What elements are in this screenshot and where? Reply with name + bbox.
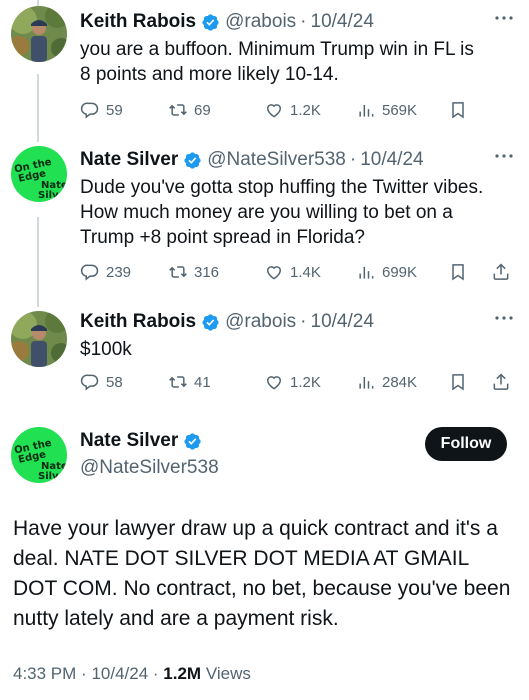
- retweet-icon: [169, 266, 187, 278]
- like-button[interactable]: 1.2K: [264, 98, 321, 122]
- author-name[interactable]: Nate Silver: [80, 430, 178, 452]
- reply-icon: [80, 374, 99, 391]
- share-button[interactable]: [491, 260, 511, 284]
- author-name[interactable]: Keith Rabois: [80, 311, 196, 333]
- bookmark-icon: [452, 102, 464, 119]
- verified-badge-icon: [202, 13, 219, 31]
- views-count: 1.2M: [163, 664, 202, 683]
- verified-badge-icon: [202, 313, 219, 331]
- retweet-button[interactable]: 316: [168, 260, 219, 284]
- tweet-text: you are a buffoon. Minimum Trump win in …: [80, 39, 474, 85]
- tweet-date[interactable]: 10/4/24: [311, 11, 374, 33]
- like-icon: [266, 266, 282, 280]
- verified-badge-icon: [184, 151, 201, 169]
- more-icon[interactable]: [493, 150, 515, 162]
- thread-line: [37, 74, 39, 142]
- author-name[interactable]: Nate Silver: [80, 149, 178, 171]
- tweet-date[interactable]: 10/4/24: [311, 311, 374, 333]
- bookmark-button[interactable]: [448, 260, 468, 284]
- follow-button[interactable]: Follow: [425, 427, 507, 461]
- action-bar: 58 41 1.2K 284K: [80, 370, 515, 394]
- more-icon[interactable]: [493, 312, 515, 324]
- tweet-date[interactable]: 10/4/24: [360, 149, 423, 171]
- svg-text:Silver: Silver: [38, 471, 67, 482]
- bookmark-button[interactable]: [448, 370, 468, 394]
- share-icon: [493, 263, 509, 280]
- reply-icon: [80, 264, 99, 281]
- views-button[interactable]: 284K: [356, 370, 417, 394]
- author-handle[interactable]: @rabois: [225, 11, 296, 33]
- avatar[interactable]: [11, 6, 67, 62]
- views-label: Views: [205, 664, 251, 683]
- retweet-button[interactable]: 41: [168, 370, 211, 394]
- bookmark-icon: [452, 374, 464, 391]
- like-button[interactable]: 1.2K: [264, 370, 321, 394]
- like-button[interactable]: 1.4K: [264, 260, 321, 284]
- bookmark-icon: [452, 264, 464, 281]
- author-handle[interactable]: @NateSilver538: [80, 457, 219, 479]
- avatar[interactable]: On the Edge Nate Silver: [11, 146, 67, 202]
- tweet-time[interactable]: 4:33 PM: [13, 664, 76, 683]
- tweet-text: Dude you've gotta stop huffing the Twitt…: [80, 177, 484, 248]
- share-icon: [493, 373, 509, 390]
- more-icon[interactable]: [493, 12, 515, 24]
- main-tweet-text: Have your lawyer draw up a quick contrac…: [13, 517, 511, 630]
- tweet-date[interactable]: 10/4/24: [91, 664, 148, 683]
- tweet-text: $100k: [80, 339, 132, 360]
- svg-text:Silver: Silver: [38, 190, 67, 201]
- author-name[interactable]: Keith Rabois: [80, 11, 196, 33]
- retweet-icon: [169, 104, 187, 116]
- verified-badge-icon: [184, 432, 201, 450]
- action-bar: 239 316 1.4K 699K: [80, 260, 515, 284]
- views-icon: [359, 377, 374, 389]
- retweet-button[interactable]: 69: [168, 98, 211, 122]
- thread-line: [37, 217, 39, 307]
- avatar[interactable]: On the Edge Nate Silver: [11, 427, 67, 483]
- views-icon: [359, 105, 374, 117]
- reply-button[interactable]: 239: [80, 260, 131, 284]
- author-handle[interactable]: @rabois: [225, 311, 296, 333]
- bookmark-button[interactable]: [448, 98, 468, 122]
- like-icon: [266, 376, 282, 390]
- reply-button[interactable]: 58: [80, 370, 123, 394]
- author-handle[interactable]: @NateSilver538: [207, 149, 346, 171]
- retweet-icon: [169, 376, 187, 388]
- views-button[interactable]: 699K: [356, 260, 417, 284]
- avatar[interactable]: [11, 311, 67, 367]
- action-bar: 59 69 1.2K 569K: [80, 98, 515, 122]
- reply-icon: [80, 102, 99, 119]
- share-button[interactable]: [491, 370, 511, 394]
- reply-button[interactable]: 59: [80, 98, 123, 122]
- like-icon: [266, 104, 282, 118]
- views-icon: [359, 267, 374, 279]
- tweet-meta: 4:33 PM · 10/4/24 · 1.2M Views: [13, 664, 251, 683]
- views-button[interactable]: 569K: [356, 98, 417, 122]
